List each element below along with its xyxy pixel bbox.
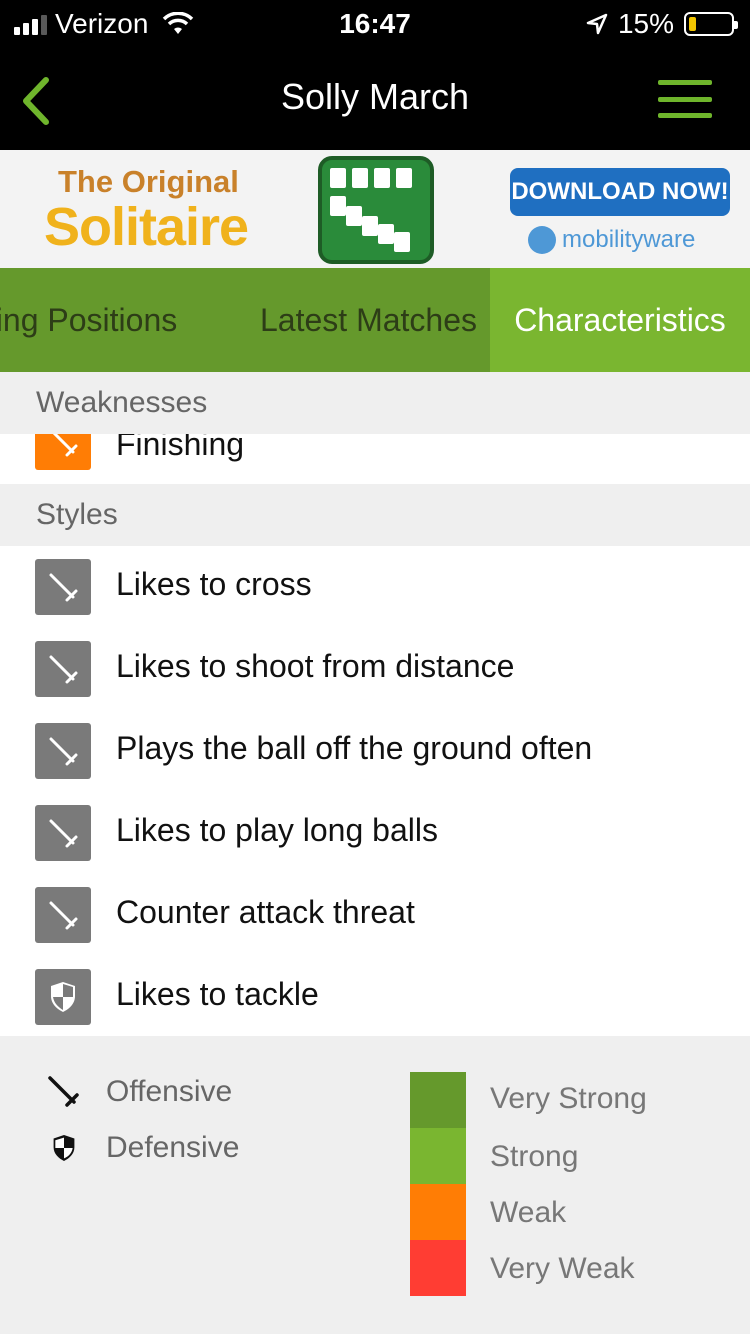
shield-icon: [35, 969, 91, 1025]
swatch-weak: [410, 1184, 466, 1240]
ad-title-line1: The Original: [58, 164, 239, 199]
shield-icon: [44, 1128, 84, 1168]
list-item: Likes to shoot from distance: [0, 628, 750, 710]
tab-playing-positions[interactable]: aying Positions: [0, 268, 232, 372]
tab-bar: aying Positions Latest Matches Character…: [0, 268, 750, 372]
sword-icon: [35, 887, 91, 943]
location-arrow-icon: [586, 13, 608, 35]
list-item: Likes to cross: [0, 546, 750, 628]
legend-weak-label: Weak: [490, 1196, 567, 1229]
navigation-bar: Solly March: [0, 52, 750, 150]
ad-title-line2: Solitaire: [44, 197, 249, 257]
list-item: Likes to tackle: [0, 956, 750, 1038]
sword-icon: [35, 723, 91, 779]
legend-very-weak-label: Very Weak: [490, 1252, 635, 1285]
hamburger-menu-icon[interactable]: [658, 80, 712, 118]
sword-icon: [35, 559, 91, 615]
battery-icon: [684, 12, 738, 36]
tab-characteristics[interactable]: Characteristics: [490, 268, 750, 372]
legend-defensive: Defensive: [44, 1128, 239, 1168]
weaknesses-header: Weaknesses: [0, 372, 750, 434]
legend-offensive: Offensive: [44, 1072, 232, 1112]
download-now-button[interactable]: DOWNLOAD NOW!: [510, 168, 730, 216]
sword-icon: [35, 641, 91, 697]
mobilityware-logo: mobilityware: [528, 226, 695, 254]
battery-percent: 15%: [617, 8, 674, 39]
swatch-very-weak: [410, 1240, 466, 1296]
legend-defensive-label: Defensive: [106, 1131, 240, 1164]
legend-very-strong-label: Very Strong: [490, 1082, 647, 1115]
page-title: Solly March: [280, 76, 470, 117]
sword-icon: [44, 1072, 84, 1112]
sword-icon: [35, 805, 91, 861]
ad-banner[interactable]: The Original Solitaire DOWNLOAD NOW! mob…: [0, 150, 750, 268]
style-label: Plays the ball off the ground often: [116, 730, 593, 766]
style-label: Counter attack threat: [116, 894, 415, 930]
list-item: Finishing: [0, 434, 750, 484]
tab-latest-matches[interactable]: Latest Matches: [260, 268, 490, 372]
style-label: Likes to play long balls: [116, 812, 438, 848]
swatch-strong: [410, 1128, 466, 1184]
list-item: Likes to play long balls: [0, 792, 750, 874]
legend-strong-label: Strong: [490, 1140, 579, 1173]
list-item: Counter attack threat: [0, 874, 750, 956]
list-item: Plays the ball off the ground often: [0, 710, 750, 792]
style-label: Likes to shoot from distance: [116, 648, 515, 684]
sword-icon: [35, 434, 91, 470]
swatch-very-strong: [410, 1072, 466, 1128]
styles-header: Styles: [0, 484, 750, 546]
weakness-label: Finishing: [116, 434, 245, 462]
status-bar: Verizon 16:47 15%: [0, 0, 750, 52]
style-label: Likes to tackle: [116, 976, 319, 1012]
legend-offensive-label: Offensive: [106, 1075, 233, 1108]
style-label: Likes to cross: [116, 566, 312, 602]
solitaire-app-icon: [318, 156, 434, 264]
legend: Offensive Defensive Very Strong Strong W…: [0, 1036, 750, 1334]
